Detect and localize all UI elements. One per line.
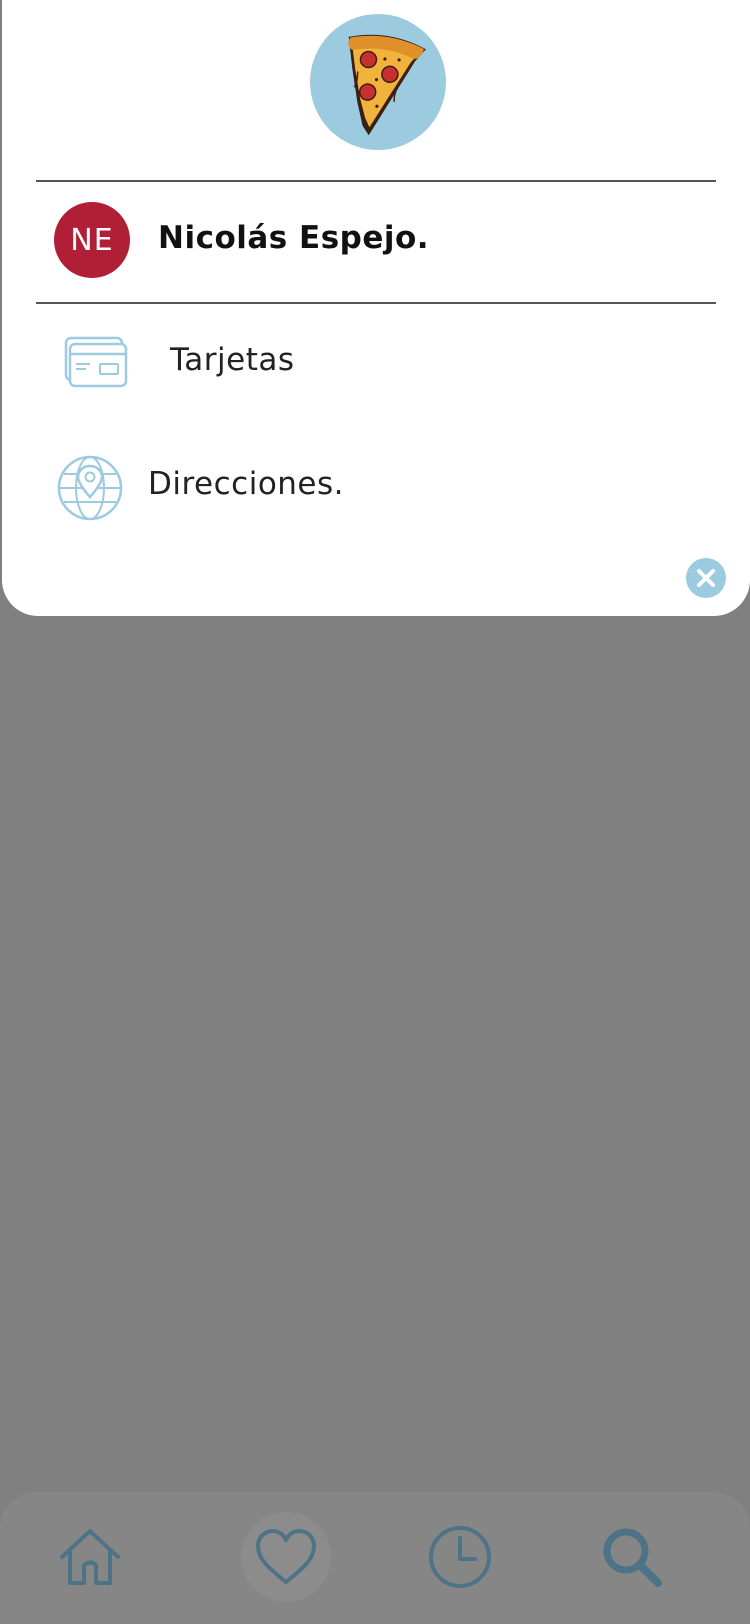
close-icon bbox=[697, 569, 715, 587]
home-icon bbox=[60, 1529, 120, 1585]
divider-bottom bbox=[36, 302, 716, 304]
menu-label-cards: Tarjetas bbox=[170, 342, 295, 378]
nav-home-button[interactable] bbox=[45, 1512, 135, 1602]
nav-history-button[interactable] bbox=[415, 1512, 505, 1602]
clock-icon bbox=[429, 1526, 491, 1588]
close-button[interactable] bbox=[686, 558, 726, 598]
menu-item-cards[interactable]: Tarjetas bbox=[36, 312, 716, 412]
heart-icon bbox=[256, 1529, 316, 1584]
nav-favorites-button[interactable] bbox=[241, 1512, 331, 1602]
bottom-nav bbox=[0, 1492, 750, 1624]
nav-search-button[interactable] bbox=[587, 1512, 677, 1602]
avatar: NE bbox=[54, 202, 130, 278]
pizza-logo-icon bbox=[310, 14, 446, 150]
globe-location-icon bbox=[56, 454, 124, 522]
divider-top bbox=[36, 180, 716, 182]
profile-row[interactable]: NE Nicolás Espejo. bbox=[36, 184, 716, 300]
credit-card-icon bbox=[64, 336, 128, 390]
search-icon bbox=[603, 1528, 662, 1587]
menu-item-addresses[interactable]: Direcciones. bbox=[36, 436, 716, 536]
menu-label-addresses: Direcciones. bbox=[148, 466, 345, 502]
side-drawer: NE Nicolás Espejo. Tarjetas Direcciones. bbox=[2, 0, 750, 616]
profile-name: Nicolás Espejo. bbox=[158, 220, 430, 256]
